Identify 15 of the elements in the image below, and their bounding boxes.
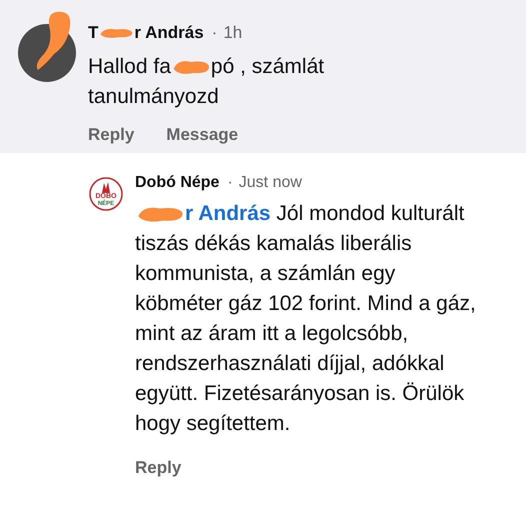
author-name[interactable]: Dobó Népe: [135, 171, 220, 195]
separator-dot: ·: [227, 173, 233, 193]
timestamp: Just now: [238, 173, 302, 193]
comment-text: pó , számlát: [210, 54, 324, 80]
comment-text: Hallod fa: [88, 54, 171, 80]
mention-link[interactable]: r András: [185, 202, 271, 225]
action-link[interactable]: Message: [166, 122, 238, 147]
separator-dot: ·: [212, 22, 218, 44]
comment-text: tanulmányozd: [88, 84, 219, 110]
author-name[interactable]: T: [88, 20, 98, 46]
action-link[interactable]: Reply: [135, 455, 182, 480]
action-link[interactable]: Reply: [88, 122, 134, 147]
timestamp: 1h: [223, 22, 242, 44]
author-name[interactable]: r András: [134, 20, 204, 46]
comment-text: r András Jól mondod kulturált tiszás dékás kamalás liberális kommunista, a számlán egy köbméter gáz 102 forint. Mind a gáz, mint az áram itt a legolcsóbb, rendszerhasználati díjjal, adókkal együtt. Fizetésarányosan is. Örülök hogy segítettem.: [135, 201, 477, 437]
